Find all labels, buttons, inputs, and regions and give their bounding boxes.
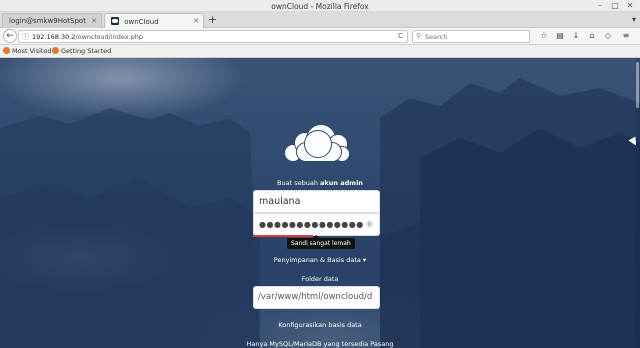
tab-label: ownCloud	[124, 18, 159, 26]
scrollbar-thumb[interactable]	[636, 62, 639, 108]
window-title: ownCloud - Mozilla Firefox	[271, 2, 369, 11]
bookmark-getting-started[interactable]: Getting Started	[52, 47, 111, 55]
downloads-icon[interactable]: ↓	[570, 31, 582, 40]
logo-circle	[304, 130, 332, 158]
database-availability-note: Hanya MySQL/MariaDB yang tersedia Pasang	[246, 340, 394, 348]
data-folder-label: Folder data	[301, 275, 339, 283]
create-admin-bold: akun admin	[320, 179, 363, 187]
search-bar[interactable]: ⚲	[412, 30, 530, 43]
url-bar[interactable]: ⓘ 192.168.30.2/owncloud/index.php C	[18, 30, 408, 43]
site-info-icon[interactable]: ⓘ	[22, 32, 29, 42]
new-tab-button[interactable]: +	[208, 13, 217, 26]
owncloud-logo	[284, 124, 354, 164]
tab-label: login@smkw9HotSpot	[9, 17, 86, 25]
bookmark-label: Most Visited ▾	[12, 47, 57, 55]
tab-strip: login@smkw9HotSpot ✕ ownCloud ✕	[0, 12, 640, 29]
bookmark-star-icon[interactable]: ☆	[538, 31, 550, 40]
storage-database-toggle[interactable]: Penyimpanan & Basis data ▾	[0, 256, 640, 264]
search-input[interactable]	[425, 32, 525, 42]
url-text: 192.168.30.2/owncloud/index.php	[32, 33, 143, 41]
tab-hotspot-login[interactable]: login@smkw9HotSpot ✕	[2, 13, 102, 28]
password-strength-bar	[253, 235, 313, 237]
navigation-bar: ← ⓘ 192.168.30.2/owncloud/index.php C ⚲ …	[0, 28, 640, 45]
bookmark-label: Getting Started	[61, 47, 112, 55]
reload-icon[interactable]: C	[398, 32, 403, 40]
pocket-icon[interactable]: ◇	[602, 31, 614, 40]
storage-toggle-label: Penyimpanan & Basis data ▾	[273, 256, 367, 264]
close-tab-icon[interactable]: ✕	[91, 17, 97, 25]
show-password-icon[interactable]: ◉	[366, 219, 373, 228]
reading-list-icon[interactable]: ▤	[554, 31, 566, 40]
admin-username-field[interactable]: maulana	[253, 190, 380, 213]
url-path: /owncloud/index.php	[75, 33, 144, 41]
back-button[interactable]: ←	[3, 29, 17, 43]
data-folder-input[interactable]: /var/www/html/owncloud/d	[253, 286, 380, 309]
bookmark-most-visited[interactable]: Most Visited ▾	[3, 47, 57, 55]
configure-database-label: Konfigurasikan basis data	[278, 321, 362, 329]
most-visited-icon	[3, 47, 10, 54]
search-icon: ⚲	[416, 32, 422, 40]
maximize-icon[interactable]: □	[610, 1, 620, 11]
window-titlebar: ownCloud - Mozilla Firefox – □ ✕	[0, 0, 640, 12]
tab-owncloud[interactable]: ownCloud ✕	[104, 13, 204, 29]
menu-icon[interactable]: ≡	[620, 31, 632, 40]
firefox-icon	[52, 47, 59, 54]
password-strength-tooltip: Sandi sangat lemah	[287, 235, 355, 249]
owncloud-favicon-icon	[111, 17, 119, 25]
tab-list-icon[interactable]: ▾	[632, 15, 636, 24]
close-tab-icon[interactable]: ✕	[193, 17, 199, 25]
password-mask: ●●●●●●●●●●●●●●	[259, 220, 364, 229]
create-admin-heading: Buat sebuah akun admin	[0, 179, 640, 187]
url-host: 192.168.30.2	[32, 33, 76, 41]
home-icon[interactable]: ⌂	[586, 31, 598, 40]
minimize-icon[interactable]: –	[595, 1, 605, 11]
page-content: Buat sebuah akun admin maulana ●●●●●●●●●…	[0, 58, 640, 348]
create-admin-prefix: Buat sebuah	[277, 179, 321, 187]
admin-password-field[interactable]: ●●●●●●●●●●●●●● ◉	[253, 213, 380, 236]
bookmarks-toolbar: Most Visited ▾ Getting Started	[0, 45, 640, 58]
close-window-icon[interactable]: ✕	[625, 1, 635, 11]
